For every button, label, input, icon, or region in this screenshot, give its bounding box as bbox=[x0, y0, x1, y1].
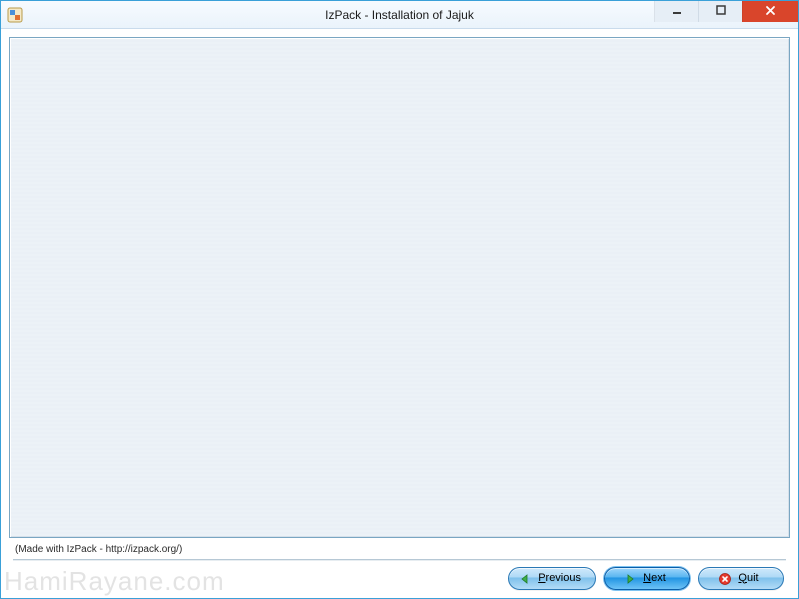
maximize-icon bbox=[716, 5, 726, 18]
app-icon bbox=[7, 7, 23, 23]
installer-window: IzPack - Installation of Jajuk bbox=[0, 0, 799, 599]
quit-button[interactable]: Quit bbox=[698, 567, 784, 590]
quit-icon bbox=[717, 571, 733, 587]
arrow-left-icon bbox=[517, 571, 533, 587]
button-row: Previous Next bbox=[13, 567, 786, 592]
next-label: Next bbox=[643, 572, 666, 584]
previous-button[interactable]: Previous bbox=[508, 567, 596, 590]
footer: (Made with IzPack - http://izpack.org/) … bbox=[9, 538, 790, 594]
window-controls bbox=[654, 1, 798, 28]
next-button[interactable]: Next bbox=[604, 567, 690, 590]
close-button[interactable] bbox=[742, 1, 798, 22]
minimize-button[interactable] bbox=[654, 1, 698, 22]
titlebar: IzPack - Installation of Jajuk bbox=[1, 1, 798, 29]
maximize-button[interactable] bbox=[698, 1, 742, 22]
minimize-icon bbox=[672, 5, 682, 18]
credit-text: (Made with IzPack - http://izpack.org/) bbox=[13, 544, 786, 557]
previous-label: Previous bbox=[538, 572, 581, 584]
main-panel bbox=[9, 37, 790, 538]
arrow-right-icon bbox=[622, 571, 638, 587]
content-area: (Made with IzPack - http://izpack.org/) … bbox=[1, 29, 798, 598]
close-icon bbox=[765, 5, 776, 19]
quit-label: Quit bbox=[738, 572, 758, 584]
footer-divider bbox=[13, 559, 786, 561]
